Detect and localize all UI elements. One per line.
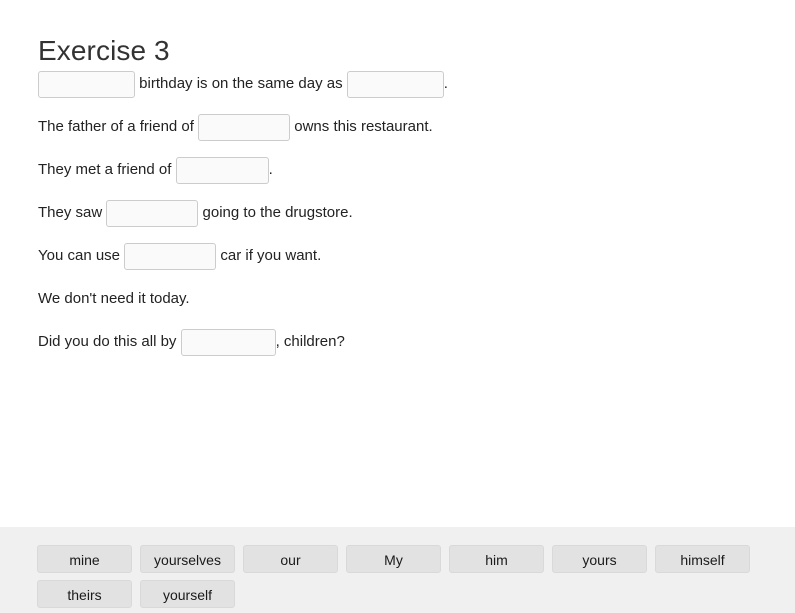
blank-input-2-1[interactable] xyxy=(198,113,291,141)
word-chip-yours[interactable]: yours xyxy=(552,545,647,573)
sentence-row: birthday is on the same day as . xyxy=(38,70,768,98)
word-bank-chip-list: mine yourselves our My him yours himself theirs… xyxy=(37,545,757,608)
sentence-text: . xyxy=(268,161,273,178)
exercise-page: Exercise 3 birthday is on the same day a… xyxy=(0,0,795,613)
blank-input-1-1[interactable] xyxy=(38,70,135,98)
blank-input-7-1[interactable] xyxy=(180,328,276,356)
word-chip-mine[interactable]: mine xyxy=(37,545,132,573)
sentence-list: birthday is on the same day as . The fath… xyxy=(38,70,768,371)
page-title: Exercise 3 xyxy=(38,34,170,66)
sentence-text: They met a friend of xyxy=(38,161,176,178)
sentence-text: car if you want. xyxy=(216,247,322,264)
sentence-row: Did you do this all by , children? xyxy=(38,328,768,356)
word-chip-theirs[interactable]: theirs xyxy=(37,580,132,608)
sentence-row: The father of a friend of owns this rest… xyxy=(38,113,768,141)
sentence-text: They saw xyxy=(38,204,107,221)
sentence-text: Did you do this all by xyxy=(38,333,181,350)
word-bank: mine yourselves our My him yours himself theirs… xyxy=(0,527,795,613)
word-chip-my[interactable]: My xyxy=(346,545,441,573)
sentence-row: We don't need it today. xyxy=(38,285,768,313)
sentence-text: You can use xyxy=(38,247,125,264)
word-chip-him[interactable]: him xyxy=(449,545,544,573)
sentence-text: The father of a friend of xyxy=(38,118,199,135)
sentence-text: owns this restaurant. xyxy=(290,118,433,135)
sentence-text: We don't need it today. xyxy=(38,290,190,307)
blank-input-4-1[interactable] xyxy=(106,199,199,227)
word-chip-yourselves[interactable]: yourselves xyxy=(140,545,235,573)
sentence-text: going to the drugstore. xyxy=(198,204,353,221)
sentence-text: . xyxy=(443,75,448,92)
sentence-row: They saw going to the drugstore. xyxy=(38,199,768,227)
sentence-text: birthday is on the same day as xyxy=(135,75,347,92)
sentence-row: You can use car if you want. xyxy=(38,242,768,270)
blank-input-1-2[interactable] xyxy=(346,70,444,98)
sentence-row: They met a friend of . xyxy=(38,156,768,184)
word-chip-yourself[interactable]: yourself xyxy=(140,580,235,608)
blank-input-5-1[interactable] xyxy=(124,242,217,270)
word-chip-himself[interactable]: himself xyxy=(655,545,750,573)
blank-input-3-1[interactable] xyxy=(175,156,269,184)
sentence-text: , children? xyxy=(275,333,345,350)
word-chip-our[interactable]: our xyxy=(243,545,338,573)
